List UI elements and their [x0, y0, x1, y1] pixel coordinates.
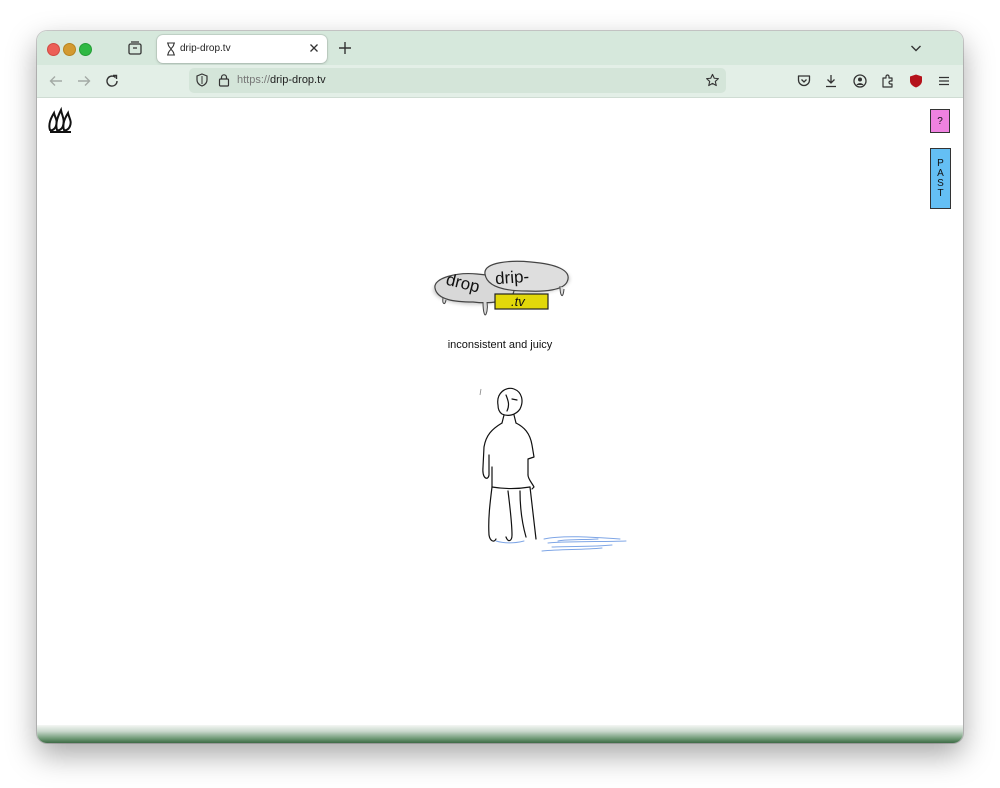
tab-title: drip-drop.tv	[180, 43, 231, 54]
url-protocol: https://	[237, 74, 271, 86]
ublock-icon[interactable]	[908, 73, 924, 89]
window-bottom-edge	[37, 725, 963, 743]
window-close-button[interactable]	[47, 43, 60, 56]
drawing-figure	[479, 387, 627, 552]
plus-icon[interactable]	[337, 40, 353, 56]
page-content: ? P A S T .tv drip- drop inconsistent an…	[37, 98, 963, 725]
past-letter: T	[937, 187, 944, 199]
lock-icon[interactable]	[217, 73, 231, 87]
past-letter: P	[937, 157, 944, 169]
past-letter: A	[937, 167, 944, 179]
tab-list-icon[interactable]	[127, 40, 143, 56]
help-label: ?	[937, 115, 943, 127]
pocket-icon[interactable]	[796, 73, 812, 89]
window-minimize-button[interactable]	[63, 43, 76, 56]
browser-window: drip-drop.tv https://drip-drop.tv ? P A …	[37, 31, 963, 743]
back-arrow-icon[interactable]	[48, 73, 64, 89]
url-text[interactable]: https://drip-drop.tv	[237, 74, 326, 86]
tagline: inconsistent and juicy	[447, 339, 553, 351]
star-icon[interactable]	[705, 73, 720, 88]
hamburger-menu-icon[interactable]	[936, 73, 952, 89]
tab-bar: drip-drop.tv	[37, 31, 963, 65]
shield-icon[interactable]	[195, 73, 209, 87]
help-button[interactable]: ?	[930, 109, 950, 133]
past-letter: S	[937, 177, 944, 189]
logo-text-drip: drip-	[494, 267, 529, 288]
reload-icon[interactable]	[104, 73, 120, 89]
close-icon[interactable]	[307, 41, 321, 55]
account-icon[interactable]	[852, 73, 868, 89]
tab-drip-drop[interactable]: drip-drop.tv	[157, 35, 327, 63]
logo-text-tv: .tv	[511, 294, 526, 309]
window-maximize-button[interactable]	[79, 43, 92, 56]
download-icon[interactable]	[823, 73, 839, 89]
puzzle-icon[interactable]	[880, 73, 896, 89]
url-host: drip-drop.tv	[270, 74, 326, 86]
hourglass-icon	[167, 42, 175, 56]
drip-logo-icon[interactable]	[47, 106, 73, 134]
forward-arrow-icon[interactable]	[76, 73, 92, 89]
chevron-down-icon[interactable]	[909, 41, 923, 55]
url-bar[interactable]: https://drip-drop.tv	[189, 68, 726, 93]
site-logo: .tv drip- drop	[433, 260, 570, 316]
past-button[interactable]: P A S T	[930, 148, 951, 209]
navigation-toolbar: https://drip-drop.tv 10	[37, 65, 963, 114]
